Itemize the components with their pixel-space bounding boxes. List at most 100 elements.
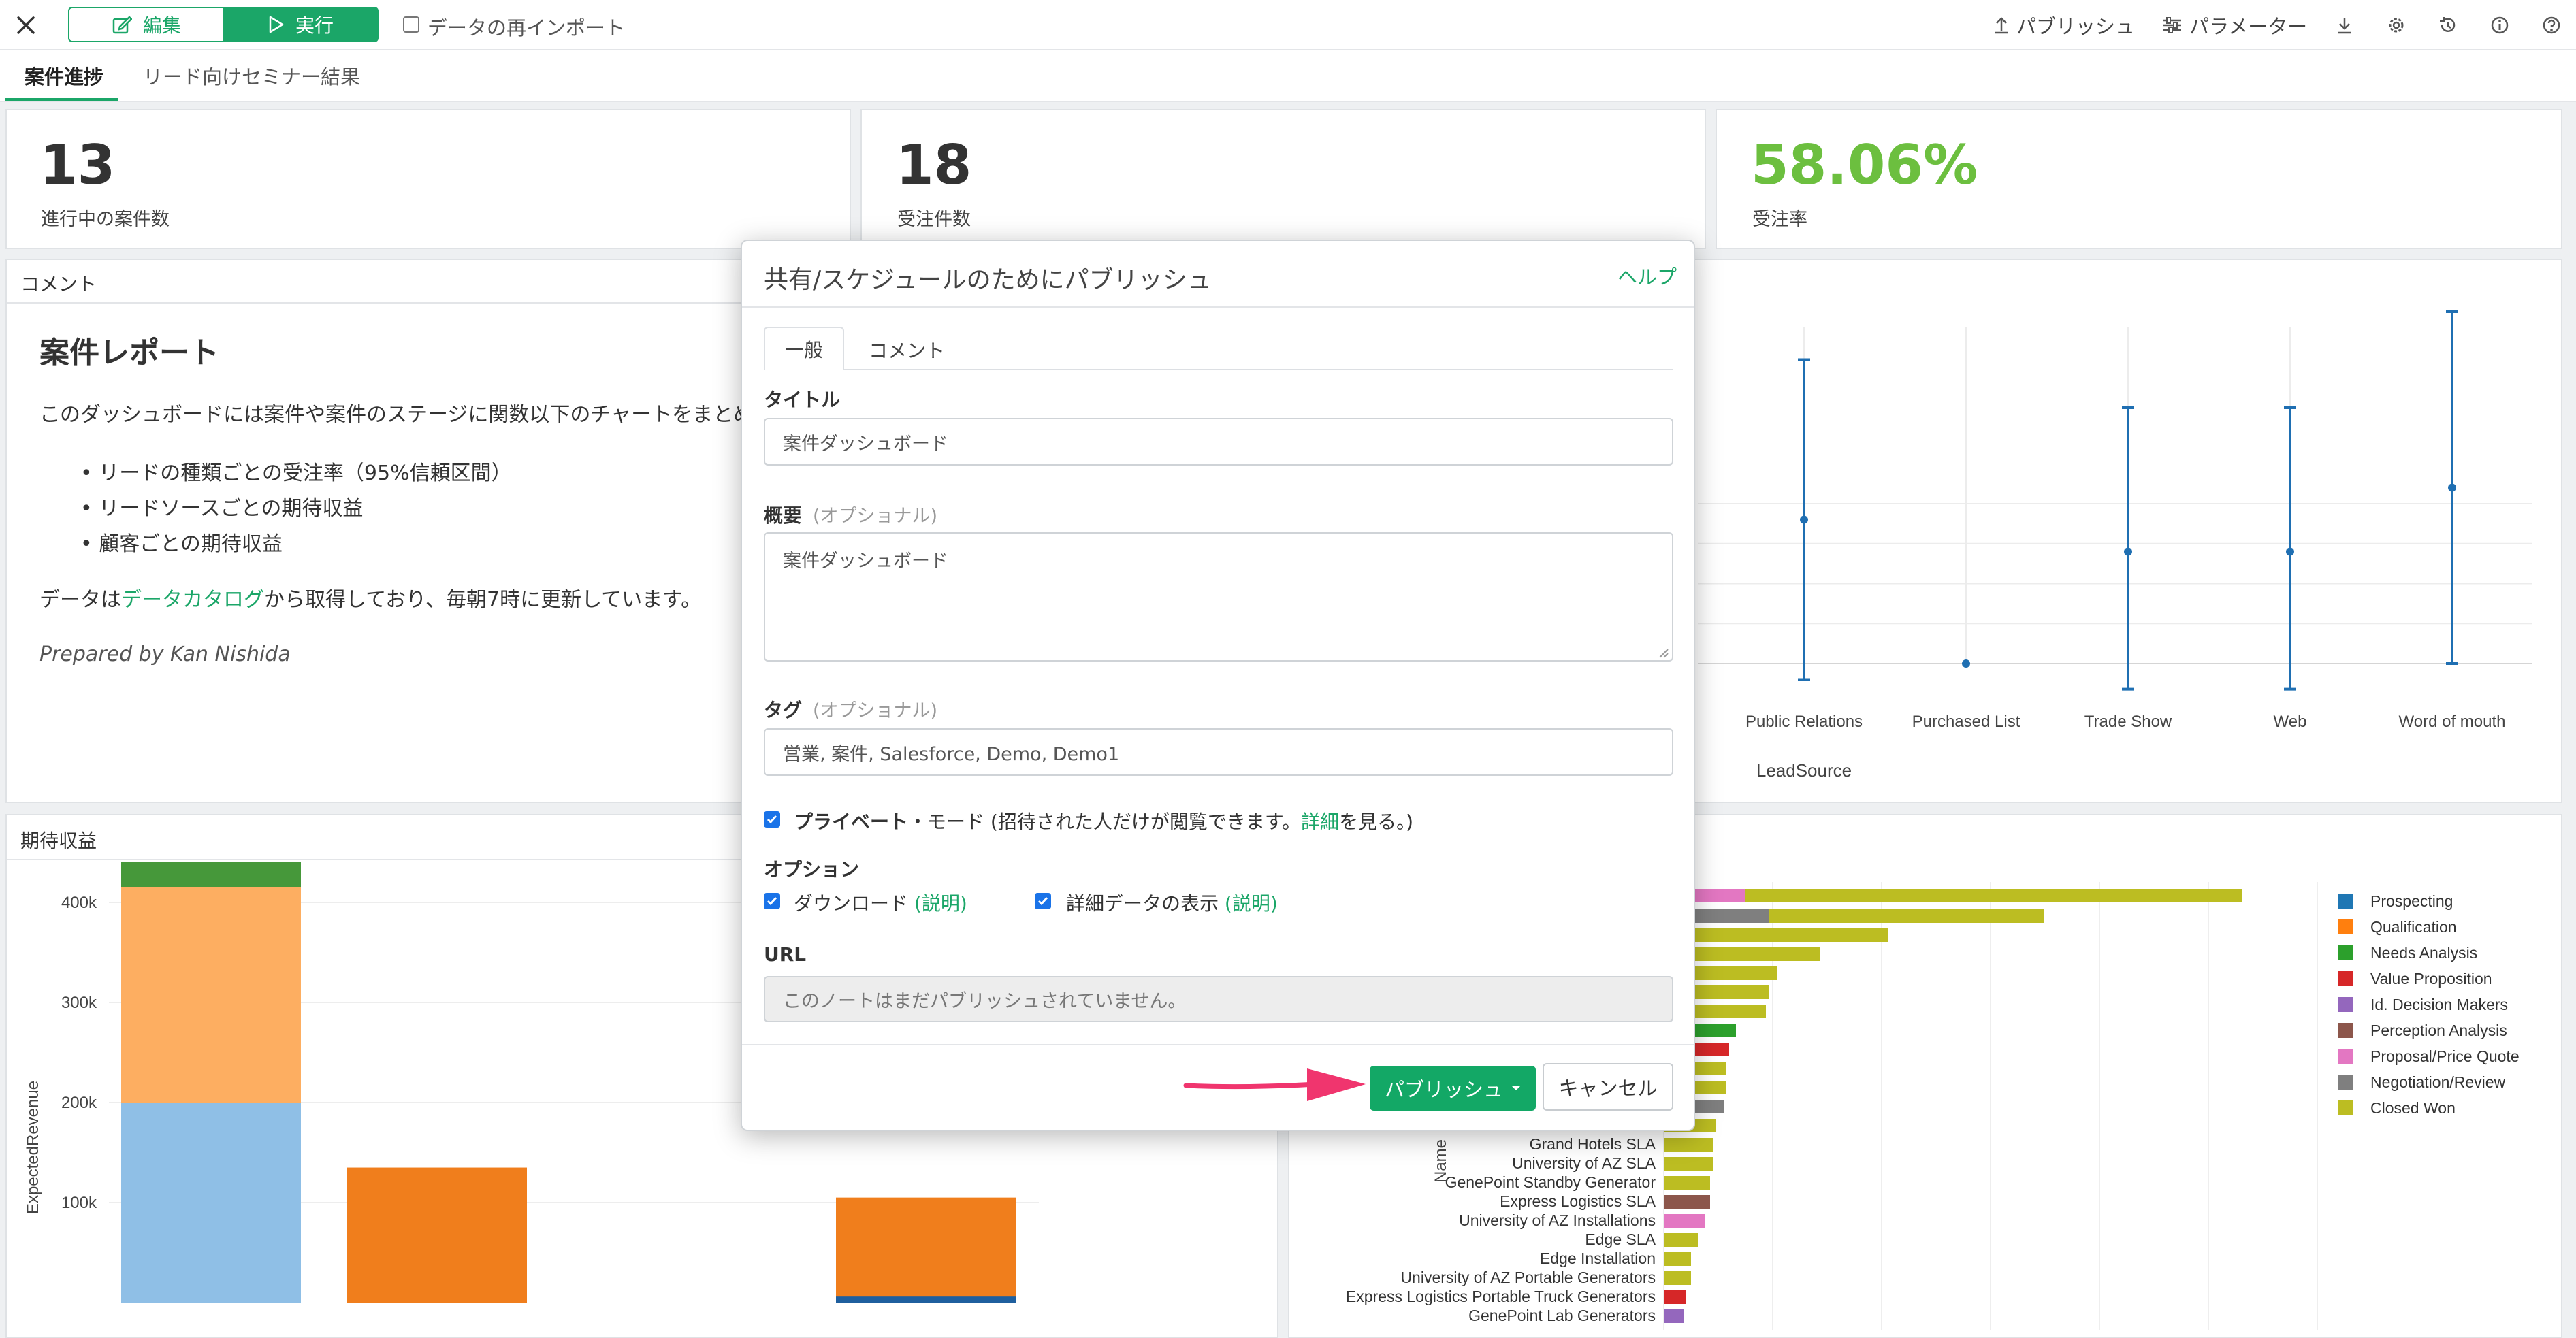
legend-swatch [2338,1049,2353,1064]
dialog-title: 共有/スケジュールのためにパブリッシュ [764,266,1212,294]
bar-segment [121,862,301,887]
url-field-label: URL [764,943,807,966]
legend-label: Needs Analysis [2370,944,2477,962]
x-tick-label: Public Relations [1745,713,1863,731]
bar-segment [1664,1233,1698,1247]
x-tick-label: Trade Show [2084,713,2172,731]
caret-down-icon [1512,1086,1520,1090]
y-tick-label: University of AZ Installations [1459,1211,1656,1229]
legend-swatch [2338,971,2353,986]
reimport-label[interactable]: データの再インポート [428,12,625,41]
private-mode-label: プライベート・モード (招待された人だけが閲覧できます。詳細を見る。) [794,811,1413,833]
data-point [2448,483,2456,492]
y-tick-label: Grand Hotels SLA [1530,1135,1656,1153]
y-tick-label: 200k [61,1094,97,1112]
history-icon[interactable] [2434,10,2462,41]
summary-textarea[interactable]: 案件ダッシュボード [764,532,1673,662]
bar-segment [1769,909,2044,923]
detail-data-checkbox[interactable] [1035,893,1051,909]
data-point [1800,515,1808,524]
legend-label: Negotiation/Review [2370,1073,2506,1091]
bullet-item: • リードソースごとの期待収益 [80,497,364,521]
gear-icon[interactable] [2383,10,2410,41]
legend-swatch [2338,997,2353,1012]
x-tick-label: Purchased List [1912,713,2020,731]
private-detail-link[interactable]: 詳細 [1301,811,1339,833]
x-tick-label: Word of mouth [2399,713,2506,731]
bar-segment [1664,1157,1713,1171]
report-title: 案件レポート [39,336,219,370]
legend-swatch [2338,1075,2353,1090]
bar-segment [1664,1214,1705,1228]
legend-label: Prospecting [2370,892,2453,910]
close-icon[interactable] [10,10,42,41]
tab-general[interactable]: 一般 [764,327,844,370]
bar-segment [347,1167,527,1303]
legend-swatch [2338,1100,2353,1115]
resize-handle-icon[interactable] [1658,648,1669,659]
bar-segment [836,1296,1016,1303]
y-tick-label: 300k [61,994,97,1012]
x-tick-label: Web [2274,713,2307,731]
tab-seminar-results[interactable]: リード向けセミナー結果 [143,61,360,90]
bullet-item: • 顧客ごとの期待収益 [80,532,283,556]
kpi-label: 進行中の案件数 [41,209,170,230]
legend-label: Closed Won [2370,1099,2456,1117]
help-link[interactable]: ヘルプ [1617,261,1677,290]
detail-explain-link[interactable]: (説明) [1225,892,1278,915]
parameters-button[interactable]: パラメーター [2162,10,2307,41]
legend-label: Value Proposition [2370,970,2492,988]
tab-active-underline [5,98,118,101]
download-option-label: ダウンロード (説明) [794,892,967,915]
dialog-footer-divider [742,1044,1694,1045]
legend-swatch [2338,945,2353,960]
y-tick-label: 100k [61,1194,97,1212]
private-mode-checkbox[interactable] [764,811,780,828]
url-field: このノートはまだパブリッシュされていません。 [764,976,1673,1022]
options-label: オプション [764,858,860,881]
download-checkbox[interactable] [764,893,780,909]
publish-toolbar-label: パブリッシュ [2016,15,2136,38]
x-axis-label: LeadSource [1756,760,1852,781]
y-tick-label: 400k [61,894,97,912]
y-tick-label: Express Logistics Portable Truck Generat… [1346,1288,1656,1305]
data-source-text: データはデータカタログから取得しており、毎朝7時に更新しています。 [39,588,702,612]
bar-segment [836,1197,1016,1303]
bar-segment [1664,1309,1684,1323]
kpi-value: 58.06% [1751,133,1978,197]
y-axis-label: Name [1432,1139,1450,1183]
sliders-icon [2163,17,2181,33]
data-catalog-link[interactable]: データカタログ [121,588,264,612]
run-button-label: 実行 [295,14,334,37]
play-icon [269,16,284,33]
dialog-header-divider [742,306,1694,308]
help-icon[interactable] [2538,10,2565,41]
comment-header: コメント [20,273,97,295]
bar-segment [121,887,301,1103]
data-point [2286,547,2294,556]
revenue-panel-header: 期待収益 [20,830,97,852]
download-icon[interactable] [2331,10,2358,41]
info-icon[interactable] [2486,10,2513,41]
tab-comment[interactable]: コメント [869,336,945,363]
title-input[interactable]: 案件ダッシュボード [764,418,1673,466]
cancel-button[interactable]: キャンセル [1543,1063,1673,1111]
tab-deal-progress[interactable]: 案件進捗 [25,61,103,90]
data-point [2124,547,2132,556]
kpi-label: 受注件数 [897,209,971,230]
y-tick-label: Edge Installation [1540,1250,1656,1267]
parameters-label: パラメーター [2189,15,2308,38]
title-field-label: タイトル [764,389,841,411]
run-button[interactable]: 実行 [223,7,379,42]
edit-icon [112,16,132,34]
publish-button[interactable]: パブリッシュ [1370,1066,1536,1111]
tags-input[interactable]: 営業, 案件, Salesforce, Demo, Demo1 [764,728,1673,776]
bar-segment [1664,1290,1686,1304]
publish-toolbar-button[interactable]: パブリッシュ [1993,10,2135,41]
download-explain-link[interactable]: (説明) [914,892,967,915]
kpi-value: 18 [896,133,972,197]
edit-button[interactable]: 編集 [68,7,225,42]
legend-label: Proposal/Price Quote [2370,1047,2519,1065]
bar-segment [1664,1138,1713,1152]
reimport-checkbox[interactable] [403,16,419,33]
